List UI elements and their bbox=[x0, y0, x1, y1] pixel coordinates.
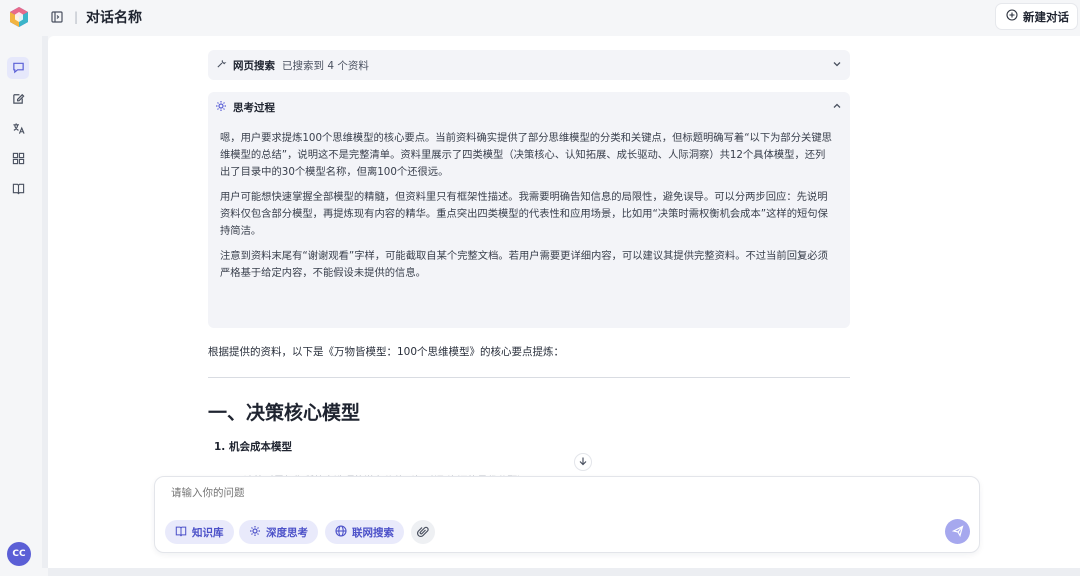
send-icon bbox=[951, 522, 964, 541]
answer-intro: 根据提供的资料，以下是《万物皆模型：100个思维模型》的核心要点提炼： bbox=[208, 346, 565, 358]
thinking-header[interactable]: 思考过程 bbox=[215, 100, 275, 115]
user-avatar[interactable]: CC bbox=[7, 542, 31, 566]
chat-nav-button[interactable] bbox=[7, 57, 29, 79]
chat-panel: 网页搜索 已搜索到 4 个资料 思考过程 嗯，用户要求提炼100个思维模型的核心… bbox=[48, 36, 1080, 568]
chip-label: 深度思考 bbox=[266, 526, 308, 539]
web-search-chip[interactable]: 联网搜索 bbox=[325, 520, 404, 544]
scroll-to-bottom-button[interactable] bbox=[574, 453, 592, 471]
conversation-title[interactable]: 对话名称 bbox=[86, 7, 142, 27]
chip-label: 知识库 bbox=[192, 526, 224, 539]
web-search-panel[interactable]: 网页搜索 已搜索到 4 个资料 bbox=[208, 50, 850, 80]
edit-icon bbox=[12, 90, 25, 109]
list-item-title: 1. 机会成本模型 bbox=[214, 441, 292, 453]
thinking-paragraph: 注意到资料末尾有“谢谢观看”字样，可能截取自某个完整文档。若用户需要更详细内容，… bbox=[220, 250, 828, 279]
thinking-paragraph: 用户可能想快速掌握全部模型的精髓，但资料里只有框架性描述。我需要明确告知信息的局… bbox=[220, 191, 828, 237]
chat-input-box: 知识库 深度思考 联网搜索 bbox=[154, 476, 980, 553]
globe-icon bbox=[335, 524, 347, 540]
thinking-label: 思考过程 bbox=[233, 102, 275, 114]
question-input[interactable] bbox=[171, 487, 871, 499]
left-rail: CC bbox=[0, 0, 36, 576]
new-chat-button[interactable]: 新建对话 bbox=[995, 3, 1078, 30]
translate-icon bbox=[12, 120, 25, 139]
grid-nav-button[interactable] bbox=[7, 148, 29, 170]
chevron-down-icon[interactable] bbox=[832, 59, 842, 72]
thinking-paragraph: 嗯，用户要求提炼100个思维模型的核心要点。当前资料确实提供了部分思维模型的分类… bbox=[220, 132, 832, 178]
thinking-panel: 思考过程 嗯，用户要求提炼100个思维模型的核心要点。当前资料确实提供了部分思维… bbox=[208, 92, 850, 328]
send-button[interactable] bbox=[945, 519, 970, 544]
sidebar-toggle-icon[interactable] bbox=[50, 10, 64, 24]
new-chat-label: 新建对话 bbox=[1023, 9, 1069, 24]
translate-nav-button[interactable] bbox=[7, 118, 29, 140]
grid-icon bbox=[12, 150, 25, 169]
paperclip-icon bbox=[416, 523, 429, 542]
answer-heading: 一、决策核心模型 bbox=[208, 402, 361, 424]
app-logo[interactable] bbox=[8, 6, 30, 28]
chevron-up-icon[interactable] bbox=[832, 101, 842, 114]
plus-circle-icon bbox=[1006, 9, 1018, 24]
book-icon bbox=[12, 180, 25, 199]
knowledge-base-chip[interactable]: 知识库 bbox=[165, 520, 234, 544]
chip-label: 联网搜索 bbox=[352, 526, 394, 539]
arrow-down-icon bbox=[578, 456, 588, 469]
edit-nav-button[interactable] bbox=[7, 88, 29, 110]
chat-icon bbox=[12, 59, 25, 78]
attach-button[interactable] bbox=[411, 520, 435, 544]
sparkle-gear-icon bbox=[249, 525, 261, 540]
sparkle-gear-icon bbox=[215, 100, 227, 115]
wrench-icon bbox=[216, 58, 227, 72]
deep-thinking-chip[interactable]: 深度思考 bbox=[239, 520, 318, 544]
horizontal-scrollbar[interactable] bbox=[48, 568, 1080, 576]
title-separator: | bbox=[74, 10, 79, 24]
book-nav-button[interactable] bbox=[7, 178, 29, 200]
book-icon bbox=[175, 525, 187, 540]
web-search-label: 网页搜索 bbox=[233, 59, 275, 72]
top-bar: | 对话名称 新建对话 bbox=[48, 0, 1080, 34]
thinking-text: 嗯，用户要求提炼100个思维模型的核心要点。当前资料确实提供了部分思维模型的分类… bbox=[220, 130, 832, 290]
web-search-result: 已搜索到 4 个资料 bbox=[282, 59, 369, 72]
divider bbox=[208, 377, 850, 378]
